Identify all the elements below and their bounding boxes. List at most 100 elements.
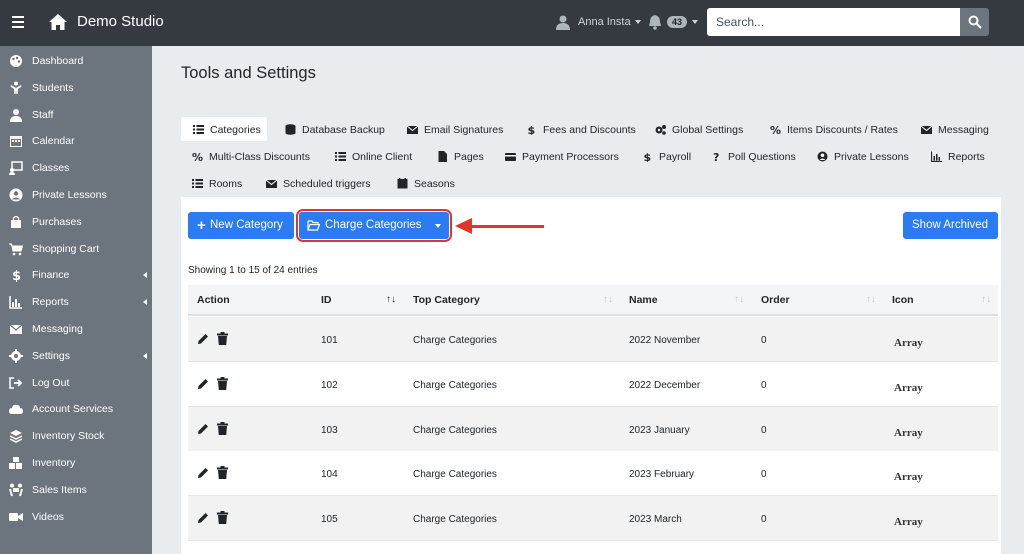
sidebar-item-shopping-cart[interactable]: Shopping Cart: [0, 237, 152, 263]
sidebar-item-finance[interactable]: $ Finance: [0, 263, 152, 289]
column-header-top-category[interactable]: Top Category: [413, 294, 480, 306]
pencil-icon[interactable]: [197, 333, 209, 345]
sidebar-item-sales-items[interactable]: Sales Items: [0, 478, 152, 504]
sidebar-item-label: Messaging: [32, 323, 83, 335]
tab-items-discounts-rates[interactable]: % Items Discounts / Rates: [770, 117, 905, 141]
sidebar-item-purchases[interactable]: Purchases: [0, 210, 152, 236]
brand-title[interactable]: Demo Studio: [77, 13, 164, 30]
tab-multi-class-discounts[interactable]: % Multi-Class Discounts: [192, 144, 322, 168]
sidebar-item-staff[interactable]: Staff: [0, 103, 152, 129]
cell-top-category: Charge Categories: [413, 379, 497, 391]
sidebar-item-account-services[interactable]: Account Services: [0, 397, 152, 423]
tab-categories[interactable]: Categories: [181, 117, 267, 141]
chevron-down-icon[interactable]: [692, 20, 698, 24]
column-header-order[interactable]: Order: [761, 294, 790, 306]
cell-order: 0: [761, 424, 767, 436]
sidebar-item-reports[interactable]: Reports: [0, 290, 152, 316]
sort-icon[interactable]: ↑↓: [866, 294, 876, 305]
sidebar-item-inventory-stock[interactable]: Inventory Stock: [0, 424, 152, 450]
user-icon[interactable]: [555, 14, 571, 30]
new-category-label: New Category: [210, 219, 283, 231]
dollar-icon: $: [528, 124, 536, 135]
pencil-icon[interactable]: [197, 467, 209, 479]
table-header: Action ID ↑↓ Top Category ↑↓ Name ↑↓ Order ↑↓ Ico…: [188, 285, 998, 316]
bell-icon[interactable]: [648, 14, 662, 30]
trash-icon[interactable]: [217, 376, 228, 390]
sidebar-item-private-lessons[interactable]: Private Lessons: [0, 183, 152, 209]
sort-icon[interactable]: ↑↓: [386, 294, 396, 305]
trash-icon[interactable]: [217, 332, 228, 345]
tab-payroll[interactable]: $ Payroll: [642, 144, 712, 168]
column-header-name[interactable]: Name: [629, 294, 658, 306]
sidebar-item-dashboard[interactable]: Dashboard: [0, 49, 152, 75]
video-icon: [9, 512, 23, 521]
trash-icon[interactable]: [217, 421, 228, 435]
cell-id: 103: [321, 424, 338, 436]
file-icon: [438, 151, 447, 162]
sidebar-item-inventory[interactable]: Inventory: [0, 451, 152, 477]
show-archived-button[interactable]: Show Archived: [903, 212, 998, 239]
annotation-arrow: [470, 225, 544, 228]
tab-payment-processors[interactable]: Payment Processors: [505, 144, 631, 168]
tab-database-backup[interactable]: Database Backup: [285, 117, 397, 141]
tab-private-lessons[interactable]: Private Lessons: [817, 144, 923, 168]
search-button[interactable]: [960, 8, 989, 36]
search-input[interactable]: [707, 8, 960, 36]
percent-icon: %: [192, 151, 203, 162]
hamburger-menu-icon[interactable]: [12, 13, 26, 33]
sidebar-item-label: Finance: [32, 269, 70, 282]
cell-name: 2023 February: [629, 469, 695, 481]
cell-id: 102: [321, 379, 338, 391]
sidebar-item-messaging[interactable]: Messaging: [0, 317, 152, 343]
line-chart-icon: [931, 151, 942, 162]
pencil-icon[interactable]: [197, 512, 209, 524]
bar-chart-icon: [9, 296, 22, 309]
home-icon[interactable]: [48, 12, 68, 32]
sidebar-item-classes[interactable]: Classes: [0, 156, 152, 182]
sidebar-item-videos[interactable]: Videos: [0, 505, 152, 531]
caret-left-icon: [143, 299, 147, 306]
sidebar-item-calendar[interactable]: Calendar: [0, 129, 152, 155]
tab-poll-questions[interactable]: ? Poll Questions: [711, 144, 799, 168]
sidebar-item-settings[interactable]: Settings: [0, 344, 152, 370]
trash-icon[interactable]: [217, 511, 228, 525]
table-row: 102 Charge Categories 2022 December 0 Array: [188, 361, 998, 407]
tab-fees-and-discounts[interactable]: $ Fees and Discounts: [526, 117, 644, 141]
pencil-icon[interactable]: [197, 423, 209, 435]
sort-icon[interactable]: ↑↓: [603, 294, 613, 305]
cell-icon: Array: [894, 337, 923, 349]
table-row: 103 Charge Categories 2023 January 0 Array: [188, 406, 998, 452]
pencil-icon[interactable]: [197, 378, 209, 390]
sidebar-item-label: Private Lessons: [32, 189, 107, 201]
sidebar-item-students[interactable]: Students: [0, 76, 152, 102]
tab-online-client[interactable]: Online Client: [335, 144, 425, 168]
sort-icon[interactable]: ↑↓: [734, 294, 744, 305]
tab-reports[interactable]: Reports: [931, 144, 991, 168]
column-header-icon[interactable]: Icon: [892, 294, 914, 306]
table-row: 101 Charge Categories 2022 November 0 Array: [188, 317, 998, 362]
tab-pages[interactable]: Pages: [437, 144, 497, 168]
tab-rooms[interactable]: Rooms: [192, 171, 252, 195]
tab-global-settings[interactable]: Global Settings: [655, 117, 755, 141]
trash-icon[interactable]: [217, 466, 228, 480]
sidebar-item-label: Dashboard: [32, 55, 84, 67]
people-carry-icon: [9, 483, 23, 497]
tab-seasons[interactable]: Seasons: [397, 171, 457, 195]
tab-messaging[interactable]: Messaging: [921, 117, 1001, 141]
sort-icon[interactable]: ↑↓: [981, 294, 991, 305]
column-header-id[interactable]: ID: [321, 294, 332, 306]
envelope-icon: [921, 125, 932, 134]
tab-scheduled-triggers[interactable]: Scheduled triggers: [266, 171, 381, 195]
cell-top-category: Charge Categories: [413, 424, 497, 436]
dollar-icon: $: [12, 269, 21, 282]
new-category-button[interactable]: + New Category: [188, 212, 294, 239]
plus-icon: +: [197, 217, 206, 234]
user-menu[interactable]: Anna Insta: [578, 16, 641, 28]
cell-top-category: Charge Categories: [413, 514, 497, 526]
tab-email-signatures[interactable]: Email Signatures: [407, 117, 519, 141]
svg-text:$: $: [644, 151, 652, 162]
sidebar-item-log-out[interactable]: Log Out: [0, 371, 152, 397]
tab-label: Global Settings: [672, 124, 744, 136]
notification-badge[interactable]: 43: [667, 16, 688, 28]
annotation-highlight-box: [296, 209, 452, 242]
